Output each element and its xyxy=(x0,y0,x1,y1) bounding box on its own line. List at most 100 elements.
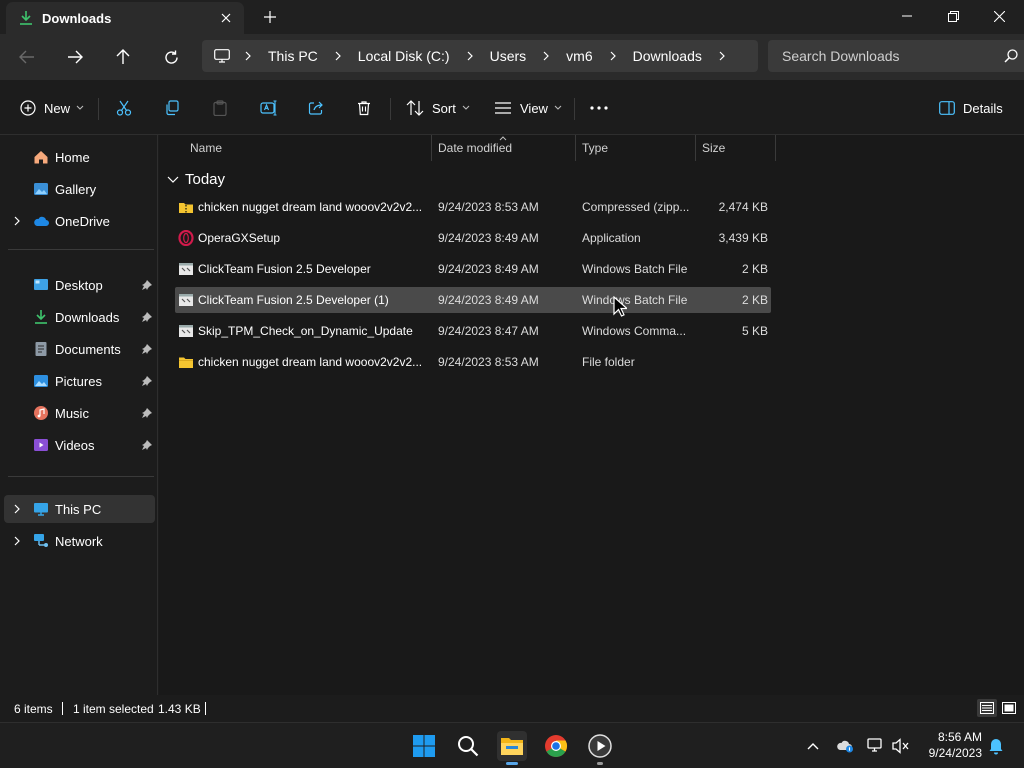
taskbar-file-explorer[interactable] xyxy=(497,731,527,765)
close-window-button[interactable] xyxy=(976,0,1022,32)
pin-icon[interactable] xyxy=(142,376,152,386)
pin-icon[interactable] xyxy=(142,440,152,450)
chevron-right-icon[interactable] xyxy=(12,504,22,514)
rename-button[interactable] xyxy=(260,94,278,122)
column-header-type[interactable]: Type xyxy=(582,135,608,161)
downloads-icon xyxy=(35,310,47,324)
sidebar-item-home[interactable]: Home xyxy=(4,143,155,171)
chevron-right-icon[interactable] xyxy=(244,51,252,61)
notifications-button[interactable] xyxy=(986,736,1006,756)
sidebar-item-this-pc[interactable]: This PC xyxy=(4,495,155,523)
chevron-right-icon[interactable] xyxy=(12,216,22,226)
group-header-today[interactable]: Today xyxy=(167,169,225,189)
status-bar: 6 items 1 item selected 1.43 KB xyxy=(0,695,1024,722)
copy-icon xyxy=(166,100,179,116)
pin-icon[interactable] xyxy=(142,312,152,322)
breadcrumb-local-disk[interactable]: Local Disk (C:) xyxy=(356,48,452,64)
details-view-toggle[interactable] xyxy=(977,699,997,717)
table-row[interactable]: chicken nugget dream land wooov2v2v2... … xyxy=(175,349,771,375)
start-button[interactable] xyxy=(409,731,439,761)
breadcrumb-this-pc[interactable]: This PC xyxy=(266,48,320,64)
details-pane-button[interactable]: Details xyxy=(939,94,1003,122)
table-row[interactable]: Skip_TPM_Check_on_Dynamic_Update 9/24/20… xyxy=(175,318,771,344)
chevron-right-icon[interactable] xyxy=(334,51,342,61)
column-divider[interactable] xyxy=(431,135,432,161)
sidebar-item-onedrive[interactable]: OneDrive xyxy=(4,207,155,235)
sidebar-item-desktop[interactable]: Desktop xyxy=(4,271,155,299)
more-options-button[interactable] xyxy=(590,94,608,122)
cut-button[interactable] xyxy=(116,94,132,122)
chevron-right-icon[interactable] xyxy=(542,51,550,61)
chevron-right-icon[interactable] xyxy=(718,51,726,61)
divider xyxy=(390,98,391,120)
address-bar[interactable]: This PC Local Disk (C:) Users vm6 Downlo… xyxy=(202,40,758,72)
file-explorer-icon xyxy=(501,738,523,755)
sidebar-divider xyxy=(8,249,154,250)
chevron-right-icon[interactable] xyxy=(12,536,22,546)
table-row[interactable]: chicken nugget dream land wooov2v2v2... … xyxy=(175,194,771,220)
column-header-name[interactable]: Name xyxy=(190,135,222,161)
new-tab-button[interactable] xyxy=(258,6,282,28)
table-row-selected[interactable]: ClickTeam Fusion 2.5 Developer (1) 9/24/… xyxy=(175,287,771,313)
large-icons-view-icon xyxy=(1002,702,1016,714)
delete-button[interactable] xyxy=(356,94,372,122)
tiles-view-toggle[interactable] xyxy=(999,699,1019,717)
table-row[interactable]: ClickTeam Fusion 2.5 Developer 9/24/2023… xyxy=(175,256,771,282)
file-name: OperaGXSetup xyxy=(198,231,281,245)
tab-close-button[interactable] xyxy=(216,8,236,28)
column-header-size-label: Size xyxy=(702,141,726,155)
restore-button[interactable] xyxy=(930,0,976,32)
show-hidden-icons-button[interactable] xyxy=(803,736,823,756)
share-button[interactable] xyxy=(308,94,324,122)
sidebar-item-pictures[interactable]: Pictures xyxy=(4,367,155,395)
taskbar-clock[interactable]: 8:56 AM 9/24/2023 xyxy=(929,729,982,761)
breadcrumb-vm6[interactable]: vm6 xyxy=(564,48,594,64)
refresh-button[interactable] xyxy=(155,42,187,72)
sort-button[interactable]: Sort xyxy=(406,94,470,122)
sidebar-item-downloads[interactable]: Downloads xyxy=(4,303,155,331)
column-header-date[interactable]: Date modified xyxy=(438,135,512,161)
music-icon xyxy=(34,406,48,420)
sort-icon xyxy=(406,100,424,116)
paste-button[interactable] xyxy=(212,94,228,122)
group-label: Today xyxy=(185,170,226,188)
column-divider[interactable] xyxy=(775,135,776,161)
onedrive-tray-button[interactable] xyxy=(835,736,855,756)
table-row[interactable]: OperaGXSetup 9/24/2023 8:49 AM Applicati… xyxy=(175,225,771,251)
column-header-size[interactable]: Size xyxy=(702,135,725,161)
copy-button[interactable] xyxy=(164,94,180,122)
up-button[interactable] xyxy=(107,42,139,72)
pin-icon[interactable] xyxy=(142,344,152,354)
minimize-button[interactable] xyxy=(884,0,930,32)
sidebar-item-network[interactable]: Network xyxy=(4,527,155,555)
gallery-icon xyxy=(34,183,48,195)
pin-icon[interactable] xyxy=(142,280,152,290)
column-divider[interactable] xyxy=(575,135,576,161)
sidebar-item-documents[interactable]: Documents xyxy=(4,335,155,363)
chevron-right-icon[interactable] xyxy=(466,51,474,61)
taskbar-chrome[interactable] xyxy=(541,731,571,761)
chevron-right-icon[interactable] xyxy=(609,51,617,61)
column-divider[interactable] xyxy=(695,135,696,161)
sidebar-item-videos[interactable]: Videos xyxy=(4,431,155,459)
view-button[interactable]: View xyxy=(494,94,562,122)
volume-tray-button[interactable] xyxy=(891,736,911,756)
sidebar-item-gallery[interactable]: Gallery xyxy=(4,175,155,203)
taskbar-media-app[interactable] xyxy=(585,731,615,765)
network-tray-button[interactable] xyxy=(866,736,886,756)
back-button[interactable] xyxy=(11,42,43,72)
taskbar-search-button[interactable] xyxy=(453,731,483,761)
sidebar-item-music[interactable]: Music xyxy=(4,399,155,427)
windows-logo-icon xyxy=(413,735,435,757)
search-input[interactable]: Search Downloads xyxy=(768,40,1024,72)
forward-button[interactable] xyxy=(59,42,91,72)
tab-downloads[interactable]: Downloads xyxy=(6,2,244,34)
breadcrumb-downloads[interactable]: Downloads xyxy=(631,48,704,64)
column-header-type-label: Type xyxy=(582,141,609,155)
file-name: chicken nugget dream land wooov2v2v2... xyxy=(198,355,423,369)
new-button[interactable]: New xyxy=(20,94,84,122)
breadcrumb-users[interactable]: Users xyxy=(488,48,529,64)
pin-icon[interactable] xyxy=(142,408,152,418)
sidebar-item-label: Home xyxy=(55,149,90,165)
view-label: View xyxy=(520,100,548,116)
